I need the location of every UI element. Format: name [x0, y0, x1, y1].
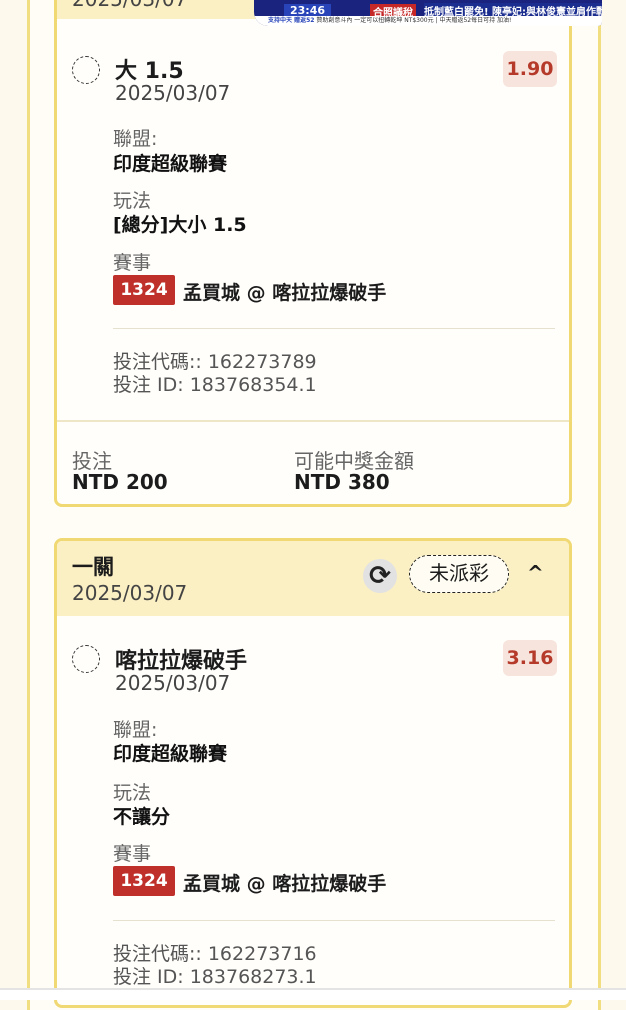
odds-badge: 3.16: [503, 640, 557, 676]
status-badge: 未派彩: [409, 555, 509, 593]
event-label: 賽事: [113, 843, 152, 865]
selection-date: 2025/03/07: [115, 671, 231, 695]
stake-value: NTD 200: [72, 470, 168, 494]
bet-card: 2025/03/07 大 1.5 2025/03/07 1.90 聯盟: 印度超…: [54, 0, 572, 507]
divider: [113, 328, 555, 329]
bet-type-title: 一關: [72, 555, 114, 579]
event-id-badge: 1324: [113, 275, 175, 305]
bet-id: 投注 ID: 183768354.1: [113, 374, 317, 396]
market-value: [總分]大小 1.5: [113, 214, 247, 236]
selection-date: 2025/03/07: [115, 81, 231, 105]
bet-card: 一關 2025/03/07 ⟳ 未派彩 ^ 喀拉拉爆破手 2025/03/07 …: [54, 538, 572, 1008]
market-label: 玩法: [113, 190, 152, 212]
event-name: 孟買城 @ 喀拉拉爆破手: [183, 873, 387, 895]
bet-date: 2025/03/07: [72, 0, 187, 11]
chevron-up-icon[interactable]: ^: [527, 561, 544, 585]
event-name: 孟買城 @ 喀拉拉爆破手: [183, 282, 387, 304]
ticker-brand: 支持中天 贈返52: [268, 17, 315, 24]
market-value: 不讓分: [113, 806, 171, 828]
footer-divider: [57, 420, 569, 422]
event-id-badge: 1324: [113, 866, 175, 896]
league-value: 印度超級聯賽: [113, 153, 228, 175]
video-ticker: 支持中天 贈返52 贊助創意斗內 一定可以扭轉乾坤 NT$300元 | 中天贈返…: [254, 16, 602, 26]
odds-badge: 1.90: [503, 51, 557, 87]
event-label: 賽事: [113, 252, 152, 274]
selection-radio[interactable]: [72, 645, 100, 673]
refresh-icon[interactable]: ⟳: [363, 559, 397, 593]
ticker-text: 贊助創意斗內 一定可以扭轉乾坤 NT$300元 | 中天贈返52每日可持 加油!: [316, 17, 512, 24]
bet-card-header[interactable]: 一關 2025/03/07 ⟳ 未派彩 ^: [57, 541, 569, 616]
league-value: 印度超級聯賽: [113, 743, 228, 765]
bottom-bar: [0, 990, 626, 1000]
divider: [113, 920, 555, 921]
selection-radio[interactable]: [72, 56, 100, 84]
league-label: 聯盟:: [113, 719, 158, 741]
league-label: 聯盟:: [113, 128, 158, 150]
live-video-overlay[interactable]: 23:46 合照議稅 抵制藍白罷免! 陳亭妃:與林俊憲並肩作戰 支持中天 贈返5…: [254, 0, 602, 26]
payout-value: NTD 380: [294, 470, 390, 494]
bet-id: 投注 ID: 183768273.1: [113, 966, 317, 988]
bet-date: 2025/03/07: [72, 581, 188, 605]
market-label: 玩法: [113, 782, 152, 804]
